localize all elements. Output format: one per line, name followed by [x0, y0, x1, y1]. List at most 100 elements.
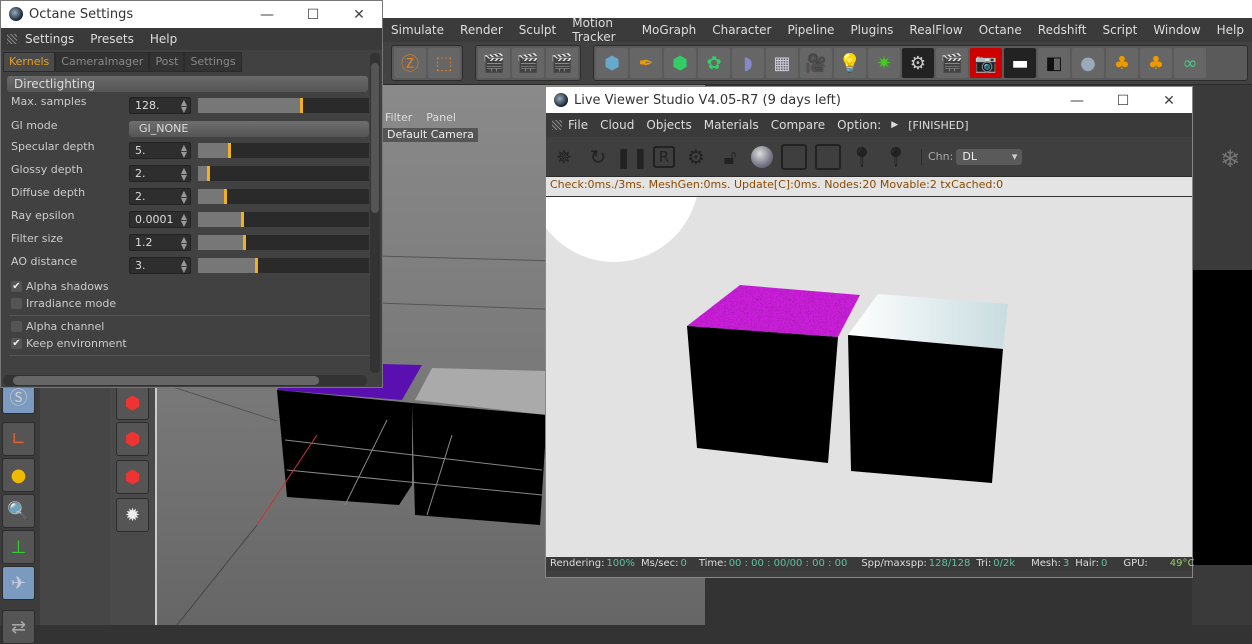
menu-pipeline[interactable]: Pipeline: [779, 23, 842, 37]
menu-mograph[interactable]: MoGraph: [634, 23, 705, 37]
render-view-icon[interactable]: 🎬: [512, 48, 544, 78]
lock-icon[interactable]: 🔓︎: [717, 144, 743, 170]
spinner-arrows-icon[interactable]: ▲ ▼: [181, 167, 187, 182]
tab-settings[interactable]: Settings: [184, 52, 242, 72]
menu-help[interactable]: Help: [1209, 23, 1252, 37]
snowflake-icon[interactable]: ❄: [1220, 145, 1240, 173]
grip-icon[interactable]: [552, 120, 562, 130]
list-hex-icon[interactable]: ⬢: [116, 386, 149, 420]
pen-icon[interactable]: ✒: [630, 48, 662, 78]
menu-realflow[interactable]: RealFlow: [901, 23, 970, 37]
menu-sculpt[interactable]: Sculpt: [511, 23, 564, 37]
maximize-button[interactable]: ☐: [1100, 87, 1146, 114]
tab-post[interactable]: Post: [149, 52, 185, 72]
checkbox-alpha-channel[interactable]: Alpha channel: [11, 320, 104, 333]
deformer-icon[interactable]: ◗: [732, 48, 764, 78]
render-settings-icon[interactable]: 🎬: [546, 48, 578, 78]
specular-depth-slider[interactable]: [198, 143, 369, 158]
grip-icon[interactable]: [7, 34, 17, 44]
workplane-icon[interactable]: ✈: [2, 566, 35, 600]
sphere-icon[interactable]: ●: [1072, 48, 1104, 78]
settings-gear-icon[interactable]: ⚙: [683, 144, 709, 170]
maximize-button[interactable]: ☐: [290, 1, 336, 28]
menu-file[interactable]: File: [562, 118, 594, 132]
filter-size-slider[interactable]: [198, 235, 369, 250]
render-region-icon[interactable]: 🎬: [478, 48, 510, 78]
specular-depth-input[interactable]: 5. ▲ ▼: [129, 142, 191, 159]
menu-redshift[interactable]: Redshift: [1030, 23, 1095, 37]
kernel-type-header[interactable]: Directlighting: [7, 76, 368, 92]
tree-icon[interactable]: ♣: [1106, 48, 1138, 78]
scrollbar-thumb[interactable]: [13, 376, 319, 385]
checkbox-irradiance-mode[interactable]: Irradiance mode: [11, 297, 116, 310]
redshift-camera-icon[interactable]: 📷: [970, 48, 1002, 78]
layers-hex-icon[interactable]: ⬢: [116, 460, 149, 494]
viewport-menu-filter[interactable]: Filter: [385, 111, 412, 124]
layout-icon[interactable]: ⇄: [2, 610, 35, 644]
checkbox-alpha-shadows[interactable]: ✔ Alpha shadows: [11, 280, 109, 293]
checkbox-keep-environment[interactable]: ✔ Keep environment: [11, 337, 127, 350]
max-samples-slider[interactable]: [198, 98, 369, 113]
tab-kernels[interactable]: Kernels: [3, 52, 56, 72]
channel-dropdown[interactable]: DL: [956, 148, 1023, 165]
spinner-arrows-icon[interactable]: ▲ ▼: [181, 144, 187, 159]
cloner-icon[interactable]: ✿: [698, 48, 730, 78]
spinner-arrows-icon[interactable]: ▲ ▼: [181, 99, 187, 114]
send-scene-icon[interactable]: ✵: [551, 144, 577, 170]
area-light-icon[interactable]: ▬: [1004, 48, 1036, 78]
camera-label[interactable]: Default Camera: [383, 128, 478, 142]
focus-picker-icon[interactable]: 📍︎: [849, 144, 875, 170]
ao-distance-slider[interactable]: [198, 258, 369, 273]
pause-icon[interactable]: ❚❚: [615, 144, 649, 170]
max-samples-input[interactable]: 128. ▲ ▼: [129, 97, 191, 114]
camera-icon[interactable]: 🎥: [800, 48, 832, 78]
door-icon[interactable]: ◧: [1038, 48, 1070, 78]
menu-presets[interactable]: Presets: [82, 32, 142, 46]
viewport-menu-panel[interactable]: Panel: [426, 111, 456, 124]
checkbox-box[interactable]: ✔: [11, 281, 22, 292]
z-axis-icon[interactable]: Ⓩ: [394, 48, 426, 78]
live-viewer-title-bar[interactable]: Live Viewer Studio V4.05-R7 (9 days left…: [546, 87, 1192, 113]
spinner-arrows-icon[interactable]: ▲ ▼: [181, 259, 187, 274]
magnify-icon[interactable]: 🔍: [2, 494, 35, 528]
octane-icon[interactable]: ✷: [868, 48, 900, 78]
menu-compare[interactable]: Compare: [765, 118, 831, 132]
subsample-icon[interactable]: [815, 143, 841, 170]
close-button[interactable]: ✕: [336, 1, 382, 28]
diffuse-depth-input[interactable]: 2. ▲ ▼: [129, 188, 191, 205]
subdivision-icon[interactable]: ⬢: [664, 48, 696, 78]
tab-cameraimager[interactable]: CameraImager: [55, 52, 150, 72]
checkbox-box[interactable]: ✔: [11, 338, 22, 349]
menu-help[interactable]: Help: [142, 32, 185, 46]
floor-icon[interactable]: ▦: [766, 48, 798, 78]
spinner-arrows-icon[interactable]: ▲ ▼: [181, 236, 187, 251]
knot-icon[interactable]: ∞: [1174, 48, 1206, 78]
menu-objects[interactable]: Objects: [640, 118, 697, 132]
gear-icon[interactable]: ⚙: [902, 48, 934, 78]
graph-hex-icon[interactable]: ⬢: [116, 422, 149, 456]
glossy-depth-input[interactable]: 2. ▲ ▼: [129, 165, 191, 182]
restart-icon[interactable]: ↻: [585, 144, 611, 170]
minimize-button[interactable]: —: [244, 1, 290, 28]
octane-title-bar[interactable]: Octane Settings — ☐ ✕: [1, 1, 382, 28]
clay-mode-icon[interactable]: [781, 143, 807, 170]
material-ball-icon[interactable]: [751, 145, 773, 168]
menu-motion-tracker[interactable]: Motion Tracker: [564, 16, 633, 44]
gi-mode-dropdown[interactable]: GI_NONE: [129, 121, 369, 137]
menu-render[interactable]: Render: [452, 23, 511, 37]
spinner-arrows-icon[interactable]: ▲ ▼: [181, 190, 187, 205]
horizontal-scrollbar[interactable]: [3, 375, 367, 386]
region-render-icon[interactable]: R: [653, 145, 675, 168]
checkbox-box[interactable]: [11, 321, 22, 332]
menu-character[interactable]: Character: [704, 23, 779, 37]
checkbox-box[interactable]: [11, 298, 22, 309]
ray-epsilon-input[interactable]: 0.0001 ▲ ▼: [129, 211, 191, 228]
menu-cloud[interactable]: Cloud: [594, 118, 640, 132]
world-coords-icon[interactable]: ⬚: [428, 48, 460, 78]
material-picker-icon[interactable]: 📍︎: [883, 144, 909, 170]
menu-simulate[interactable]: Simulate: [383, 23, 452, 37]
menu-plugins[interactable]: Plugins: [842, 23, 901, 37]
menu-script[interactable]: Script: [1095, 23, 1146, 37]
minimize-button[interactable]: —: [1054, 87, 1100, 114]
menu-options[interactable]: Option:: [831, 118, 887, 132]
